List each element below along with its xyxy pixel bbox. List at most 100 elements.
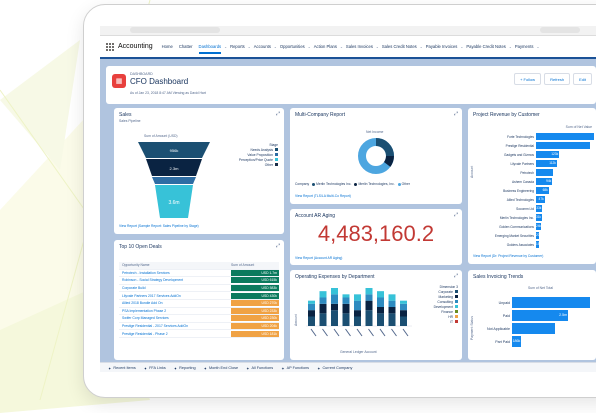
- bar[interactable]: 31k: [536, 213, 542, 222]
- nav-item-chatter[interactable]: Chatter: [179, 44, 193, 49]
- opex-bar-segment[interactable]: [308, 316, 315, 327]
- deal-name[interactable]: Swifer Corp Managed Services: [119, 316, 231, 320]
- chevron-down-icon[interactable]: ⌄: [376, 45, 379, 49]
- opex-bar-segment[interactable]: [377, 291, 384, 298]
- nav-item-home[interactable]: Home: [162, 44, 173, 49]
- utility-item-ap-functions[interactable]: ✦ AP Functions: [281, 366, 309, 371]
- opex-bar-segment[interactable]: [342, 294, 350, 298]
- nav-item-action-plans[interactable]: Action Plans: [314, 44, 337, 49]
- chevron-down-icon[interactable]: ⌄: [274, 45, 277, 49]
- chevron-down-icon[interactable]: ⌄: [460, 45, 463, 49]
- chevron-down-icon[interactable]: ⌄: [340, 45, 343, 49]
- chevron-down-icon[interactable]: ⌄: [224, 45, 227, 49]
- bar[interactable]: 112k: [536, 159, 557, 168]
- legend-item[interactable]: Other: [397, 182, 410, 186]
- opex-bar-segment[interactable]: [388, 307, 396, 314]
- opex-bar-segment[interactable]: [308, 303, 315, 311]
- table-row[interactable]: Swifer Corp Managed Services USD 230k: [119, 315, 279, 323]
- deal-name[interactable]: Lilyvale Partners 2017 Services AddOn: [119, 294, 231, 298]
- nav-item-payable-invoices[interactable]: Payable Invoices: [426, 44, 458, 49]
- bar[interactable]: 2.5m: [512, 309, 569, 322]
- deal-name[interactable]: Prestige Residential - Phase 2: [119, 332, 231, 336]
- table-row[interactable]: PSA Implementation Phase 2 USD 233k: [119, 307, 279, 316]
- sales-report-link[interactable]: View Report (Sample Report: Sales Pipeli…: [119, 224, 199, 228]
- utility-item-recent-items[interactable]: ✦ Recent Items: [108, 366, 136, 371]
- ar-aging-report-link[interactable]: View Report (Account AR Aging): [295, 256, 342, 260]
- address-bar[interactable]: [130, 27, 220, 33]
- opex-bar-segment[interactable]: [354, 294, 361, 301]
- opex-bar-segment[interactable]: [319, 291, 327, 298]
- opex-bar-segment[interactable]: [377, 307, 384, 314]
- bar[interactable]: 20k: [536, 231, 541, 240]
- opex-bar-segment[interactable]: [400, 300, 407, 304]
- opex-bar-segment[interactable]: [388, 294, 396, 301]
- table-row[interactable]: Lilyvale Partners 2017 Services AddOn USD…: [119, 292, 279, 300]
- legend-item[interactable]: Merlin Technologies Inc.: [312, 182, 351, 186]
- table-row[interactable]: Allied 2018 Bundle Add On USD 270k: [119, 300, 279, 308]
- deal-name[interactable]: Petrotech - Installation Services: [119, 271, 231, 275]
- opex-bar-segment[interactable]: [331, 288, 338, 295]
- chevron-down-icon[interactable]: ⌄: [420, 45, 423, 49]
- expand-icon[interactable]: ⤢: [454, 111, 458, 117]
- column-header-name[interactable]: Opportunity Name: [119, 263, 231, 267]
- bar[interactable]: [536, 141, 590, 150]
- chevron-down-icon[interactable]: ⌄: [248, 45, 251, 49]
- deal-name[interactable]: PSA Implementation Phase 2: [119, 309, 231, 313]
- window-controls[interactable]: [540, 27, 580, 33]
- opex-bar-segment[interactable]: [365, 294, 373, 301]
- project-revenue-report-link[interactable]: View Report (Dr: Project Revenue by Cust…: [473, 254, 543, 258]
- bar[interactable]: 24k: [536, 222, 541, 231]
- opex-bar-segment[interactable]: [342, 297, 350, 304]
- opex-bar-segment[interactable]: [354, 316, 361, 327]
- opex-bar-segment[interactable]: [365, 288, 373, 295]
- chevron-down-icon[interactable]: ⌄: [509, 45, 512, 49]
- opex-bar-segment[interactable]: [331, 310, 338, 326]
- bar[interactable]: 94k: [536, 177, 553, 186]
- utility-item-reporting[interactable]: ✦ Reporting: [174, 366, 196, 371]
- utility-item-month-end-close[interactable]: ✦ Month End Close: [204, 366, 239, 371]
- opex-bar-segment[interactable]: [342, 303, 350, 314]
- bar[interactable]: 47k: [536, 195, 545, 204]
- opex-bar-segment[interactable]: [388, 300, 396, 307]
- chevron-down-icon[interactable]: ⌄: [308, 45, 311, 49]
- deal-name[interactable]: Allied 2018 Bundle Add On: [119, 301, 231, 305]
- utility-item-all-functions[interactable]: ✦ All Functions: [246, 366, 273, 371]
- opex-bar-segment[interactable]: [400, 316, 407, 327]
- bar[interactable]: [512, 296, 590, 309]
- column-header-value[interactable]: Sum of Amount: [231, 263, 279, 267]
- opex-bar-segment[interactable]: [342, 313, 350, 326]
- nav-item-payments[interactable]: Payments: [515, 44, 534, 49]
- opex-bar-segment[interactable]: [354, 300, 361, 311]
- opex-bar-segment[interactable]: [365, 300, 373, 311]
- table-row[interactable]: Prestige Residential - Phase 2 USD 181k: [119, 330, 279, 338]
- nav-item-accounts[interactable]: Accounts: [254, 44, 271, 49]
- opex-bar-segment[interactable]: [400, 310, 407, 317]
- table-row[interactable]: Robinson - Social Strategy Development US…: [119, 277, 279, 285]
- utility-item-current-company[interactable]: ✦ Current Company: [317, 366, 352, 371]
- opex-bar-segment[interactable]: [308, 300, 315, 304]
- opex-bar-segment[interactable]: [377, 313, 384, 326]
- opex-bar-segment[interactable]: [319, 313, 327, 326]
- opex-bar-segment[interactable]: [331, 303, 338, 311]
- legend-item[interactable]: Other: [208, 162, 278, 167]
- bar[interactable]: [536, 168, 554, 177]
- deal-name[interactable]: Corporate Build: [119, 286, 231, 290]
- funnel-stage-3[interactable]: [152, 177, 196, 184]
- opex-bar-segment[interactable]: [388, 313, 396, 326]
- opex-bar-segment[interactable]: [377, 297, 384, 308]
- nav-item-dashboards[interactable]: Dashboards: [198, 44, 222, 54]
- edit-button[interactable]: Edit: [573, 73, 592, 85]
- chevron-down-icon[interactable]: ⌄: [536, 45, 539, 49]
- follow-button[interactable]: + Follow: [514, 73, 542, 85]
- bar[interactable]: 15k: [536, 240, 541, 249]
- utility-item-ffa-links[interactable]: ✦ FFA Links: [144, 366, 166, 371]
- nav-item-payable-credit-notes[interactable]: Payable Credit Notes: [466, 44, 506, 49]
- table-row[interactable]: Prestige Residential - 2017 Services Add…: [119, 323, 279, 331]
- opex-bar-segment[interactable]: [354, 310, 361, 317]
- bar[interactable]: 33k: [536, 204, 543, 213]
- deal-name[interactable]: Prestige Residential - 2017 Services Add…: [119, 324, 231, 328]
- opex-bar-segment[interactable]: [365, 310, 373, 326]
- bar[interactable]: 186k: [512, 335, 522, 348]
- refresh-button[interactable]: Refresh: [544, 73, 571, 85]
- opex-bar-segment[interactable]: [331, 294, 338, 304]
